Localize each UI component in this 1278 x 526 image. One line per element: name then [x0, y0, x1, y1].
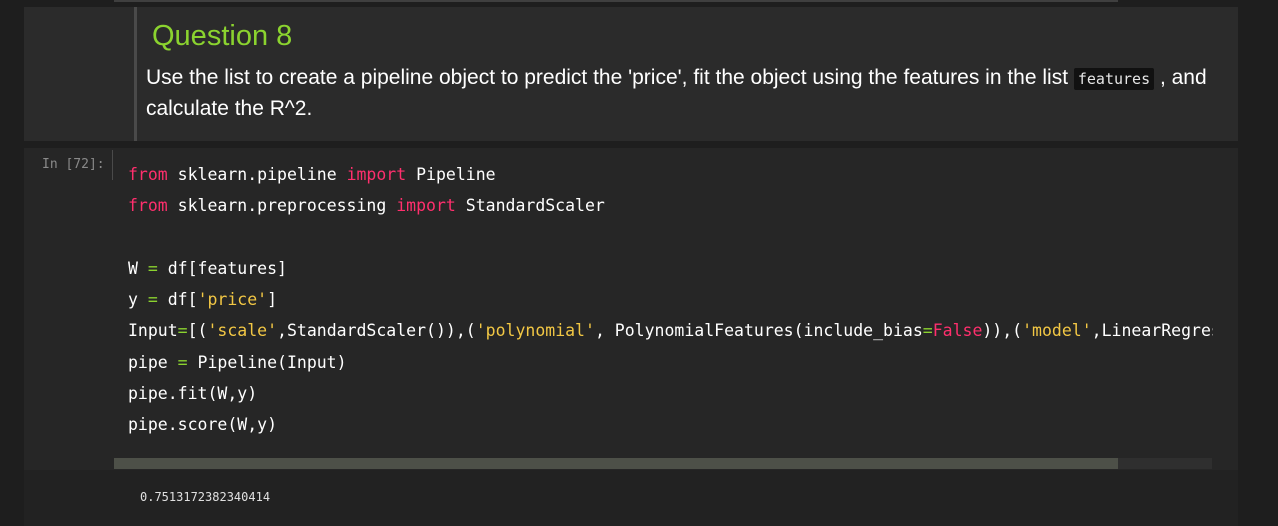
code-token: =	[177, 321, 188, 341]
code-line: pipe.fit(W,y)	[128, 378, 1213, 409]
input-prompt: In [72]:	[42, 157, 105, 172]
code-token: df[	[157, 290, 198, 310]
output-area: 0.7513172382340414	[24, 470, 1238, 526]
question-text-part1: Use the list to create a pipeline object…	[146, 66, 1074, 89]
code-token: df[features]	[157, 258, 287, 278]
code-line: W = df[features]	[128, 253, 1213, 284]
code-token: ,LinearRegression())]	[1091, 321, 1213, 341]
code-line: Input=[('scale',StandardScaler()),('poly…	[128, 315, 1213, 346]
code-token: pipe.fit(W,y)	[128, 384, 258, 404]
code-editor[interactable]: from sklearn.pipeline import Pipeline fro…	[128, 159, 1213, 449]
code-token: 'polynomial'	[475, 321, 595, 341]
code-token: False	[932, 321, 983, 341]
code-token: pipe.score(W,y)	[128, 415, 278, 435]
previous-cell-scrollbar[interactable]	[114, 0, 1118, 2]
code-token: =	[922, 321, 933, 341]
code-line: from sklearn.pipeline import Pipeline	[128, 159, 1213, 190]
code-token: sklearn.pipeline	[167, 165, 347, 184]
prompt-divider	[112, 150, 113, 180]
code-token: W	[128, 258, 148, 278]
code-line: pipe = Pipeline(Input)	[128, 347, 1213, 378]
inline-code-features: features	[1073, 68, 1155, 90]
code-token: y	[128, 290, 148, 310]
code-token: Pipeline	[406, 165, 496, 184]
horizontal-scrollbar-thumb[interactable]	[114, 458, 1118, 469]
output-result: 0.7513172382340414	[140, 490, 271, 504]
code-token: ,StandardScaler()),(	[277, 321, 476, 341]
code-token: 'price'	[197, 290, 268, 310]
code-token: 'model'	[1022, 321, 1092, 341]
code-token: import	[396, 196, 456, 216]
code-token: )),(	[982, 321, 1023, 341]
code-token: Pipeline(Input)	[187, 352, 347, 372]
code-token: Input	[128, 321, 178, 341]
question-text: Use the list to create a pipeline object…	[146, 63, 1226, 124]
code-token: sklearn.preprocessing	[167, 196, 397, 216]
code-cell[interactable]: In [72]: from sklearn.pipeline import Pi…	[24, 148, 1238, 470]
code-line: pipe.score(W,y)	[128, 409, 1213, 440]
code-token: =	[147, 258, 158, 278]
code-line: y = df['price']	[128, 284, 1213, 315]
code-token: pipe	[128, 352, 178, 372]
code-token: import	[346, 165, 407, 184]
markdown-cell[interactable]: Question 8 Use the list to create a pipe…	[24, 7, 1238, 141]
code-token: from	[128, 165, 168, 184]
question-heading: Question 8	[152, 20, 293, 52]
code-token: [(	[187, 321, 208, 341]
code-token: =	[177, 352, 188, 372]
code-token: , PolynomialFeatures(include_bias	[594, 321, 923, 341]
code-token: =	[147, 290, 158, 310]
code-token: StandardScaler	[455, 196, 605, 216]
code-token: from	[128, 196, 168, 216]
code-line: from sklearn.preprocessing import Standa…	[128, 190, 1213, 221]
code-token: 'scale'	[207, 321, 278, 341]
horizontal-scrollbar[interactable]	[114, 458, 1212, 469]
markdown-content: Question 8 Use the list to create a pipe…	[134, 7, 1237, 141]
code-token: ]	[267, 290, 278, 310]
